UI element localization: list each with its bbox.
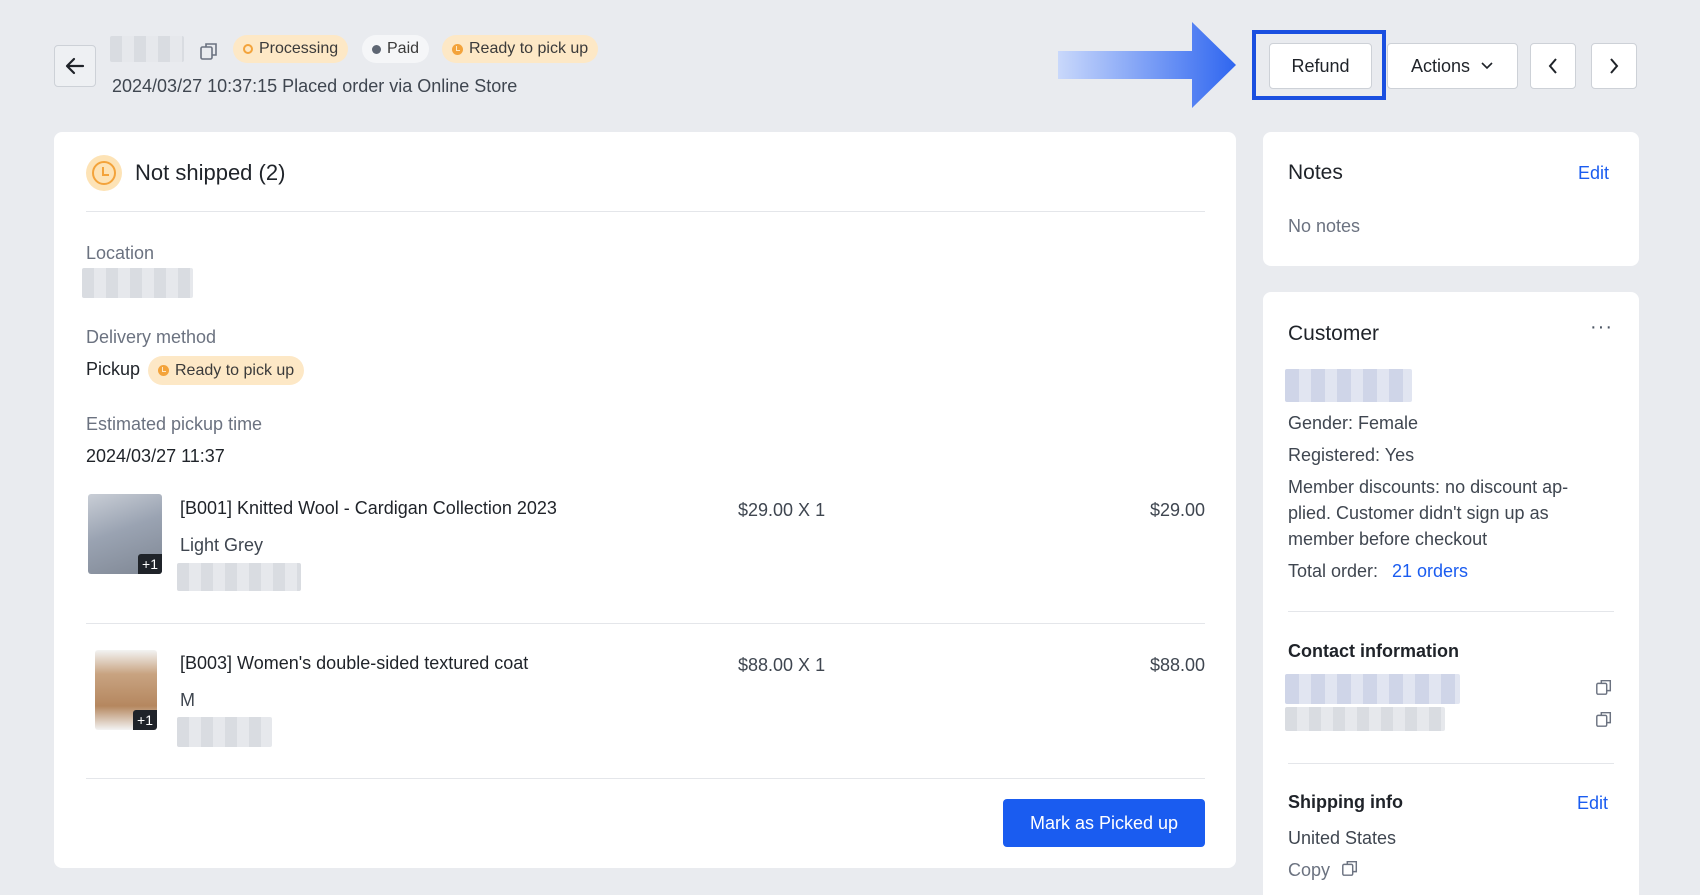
more-options-icon[interactable]: ··· — [1590, 316, 1613, 339]
shipping-info-title: Shipping info — [1288, 792, 1403, 812]
delivery-status-badge: Ready to pick up — [148, 356, 305, 385]
order-placed-info: 2024/03/27 10:37:15 Placed order via Onl… — [112, 76, 518, 96]
product-sku — [177, 563, 301, 591]
contact-info-title: Contact information — [1288, 641, 1459, 661]
more-images-count: +1 — [138, 554, 162, 574]
customer-gender: Gender: Female — [1288, 413, 1419, 433]
delivery-method-value: Pickup — [86, 359, 141, 379]
status-badge-processing: Processing — [233, 35, 349, 63]
notes-edit-link[interactable]: Edit — [1578, 163, 1609, 184]
divider — [86, 211, 1205, 212]
delivery-method-label: Delivery method — [86, 327, 217, 347]
status-badge-ready: Ready to pick up — [442, 35, 599, 63]
member-discount-line3: member before checkout — [1288, 529, 1488, 549]
order-number — [110, 36, 184, 62]
notes-card — [1263, 132, 1639, 266]
divider — [1288, 763, 1614, 764]
pickup-time-value: 2024/03/27 11:37 — [86, 446, 225, 466]
product-variant: M — [180, 690, 195, 710]
product-name[interactable]: [B001] Knitted Wool - Cardigan Collectio… — [180, 498, 557, 519]
total-order-label: Total order: — [1288, 561, 1379, 581]
product-variant: Light Grey — [180, 535, 264, 555]
customer-title: Customer — [1288, 322, 1380, 345]
member-discount-line2: plied. Customer didn't sign up as — [1288, 503, 1549, 523]
clock-icon — [86, 155, 122, 191]
unit-price: $88.00 X 1 — [738, 655, 826, 675]
notes-empty-text: No notes — [1288, 216, 1361, 236]
shipment-title: Not shipped (2) — [135, 160, 286, 185]
total-orders-link[interactable]: 21 orders — [1392, 561, 1468, 582]
clock-dot-icon — [158, 365, 169, 376]
clock-dot-icon — [452, 43, 463, 55]
location-label: Location — [86, 243, 155, 263]
chevron-left-icon — [1548, 58, 1557, 74]
mark-picked-up-button[interactable]: Mark as Picked up — [1003, 799, 1205, 847]
arrow-left-icon — [65, 57, 85, 75]
notes-title: Notes — [1288, 161, 1343, 184]
product-name[interactable]: [B003] Women's double-sided textured coa… — [180, 653, 528, 674]
badge-label: Paid — [387, 40, 420, 57]
actions-label: Actions — [1410, 55, 1471, 76]
badge-label: Processing — [259, 40, 339, 57]
status-badge-paid: Paid — [362, 35, 430, 63]
back-button[interactable] — [54, 45, 96, 87]
copy-phone-icon[interactable] — [1595, 710, 1613, 728]
processing-dot-icon — [243, 44, 253, 54]
badge-label: Ready to pick up — [469, 40, 589, 57]
divider — [1288, 611, 1614, 612]
chevron-right-icon — [1610, 58, 1619, 74]
product-image[interactable]: +1 — [95, 650, 157, 730]
customer-name[interactable] — [1285, 369, 1412, 402]
product-sku — [177, 717, 272, 747]
contact-email — [1285, 674, 1460, 704]
shipping-edit-link[interactable]: Edit — [1577, 793, 1608, 814]
divider — [86, 778, 1205, 779]
actions-dropdown[interactable]: Actions — [1387, 43, 1518, 89]
member-discount-line1: Member discounts: no discount ap- — [1288, 477, 1569, 497]
next-order-button[interactable] — [1591, 43, 1637, 89]
copy-email-icon[interactable] — [1595, 678, 1613, 696]
paid-dot-icon — [372, 44, 381, 54]
customer-registered: Registered: Yes — [1288, 445, 1415, 465]
unit-price: $29.00 X 1 — [738, 500, 826, 520]
shipping-country: United States — [1288, 828, 1397, 848]
copy-address-icon[interactable] — [1341, 859, 1359, 877]
product-image[interactable]: +1 — [88, 494, 162, 574]
divider — [86, 623, 1205, 624]
copy-address-label[interactable]: Copy — [1288, 860, 1330, 881]
previous-order-button[interactable] — [1530, 43, 1576, 89]
chevron-down-icon — [1481, 62, 1493, 70]
copy-order-icon[interactable] — [198, 40, 220, 62]
refund-button[interactable]: Refund — [1269, 43, 1372, 89]
more-images-count: +1 — [133, 710, 157, 730]
pickup-time-label: Estimated pickup time — [86, 414, 263, 434]
location-value — [82, 268, 193, 298]
badge-label: Ready to pick up — [175, 361, 295, 379]
line-total: $88.00 — [1149, 655, 1205, 675]
annotation-arrow-icon — [1058, 22, 1236, 108]
contact-phone — [1285, 707, 1445, 731]
line-total: $29.00 — [1149, 500, 1205, 520]
